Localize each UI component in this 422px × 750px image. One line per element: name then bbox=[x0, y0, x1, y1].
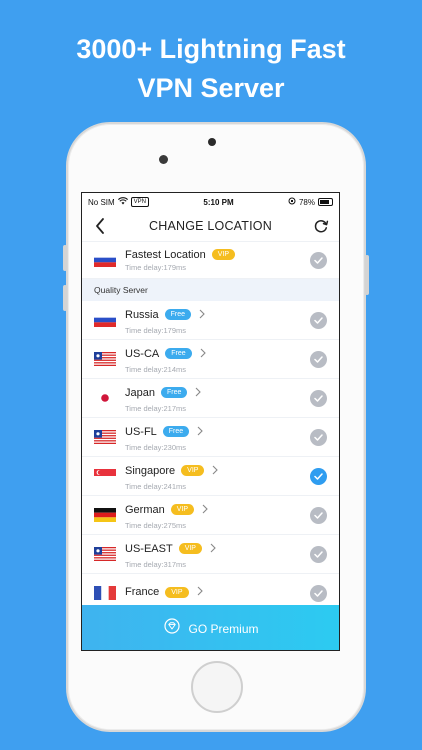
free-badge: Free bbox=[162, 426, 190, 437]
free-badge: Free bbox=[164, 309, 192, 320]
vip-badge: VIP bbox=[178, 543, 202, 554]
server-name: Japan bbox=[125, 386, 155, 399]
check-icon[interactable] bbox=[310, 251, 327, 269]
flag-liberia-icon bbox=[94, 430, 116, 444]
server-row-us-fl[interactable]: US-FL Free Time delay:230ms bbox=[82, 418, 339, 457]
server-name: Russia bbox=[125, 308, 159, 321]
flag-liberia-icon bbox=[94, 547, 116, 561]
vip-badge: VIP bbox=[211, 249, 236, 260]
headline-line2: VPN Server bbox=[137, 73, 285, 103]
time-delay: Time delay:317ms bbox=[125, 559, 186, 569]
flag-germany-icon bbox=[94, 508, 116, 522]
vip-badge: VIP bbox=[170, 504, 195, 515]
flag-russia-icon bbox=[94, 253, 116, 267]
server-name: Singapore bbox=[125, 464, 176, 477]
refresh-icon[interactable] bbox=[311, 216, 331, 236]
go-premium-label: GO Premium bbox=[188, 621, 259, 636]
status-bar: No SIM VPN 5:10 PM 78% bbox=[82, 193, 339, 211]
server-list: Russia Free Time delay:179ms US-CA Free Time … bbox=[82, 301, 339, 613]
flag-liberia-icon bbox=[94, 352, 116, 366]
power-button bbox=[365, 255, 369, 295]
check-icon[interactable] bbox=[310, 389, 327, 407]
battery-percent: 78% bbox=[298, 197, 315, 207]
fastest-location-row[interactable]: Fastest Location VIP Time delay:179ms bbox=[82, 241, 339, 279]
page-title: CHANGE LOCATION bbox=[149, 219, 272, 233]
battery-icon bbox=[317, 198, 333, 206]
chevron-right-icon bbox=[199, 306, 205, 324]
flag-russia-icon bbox=[94, 313, 116, 327]
carrier-label: No SIM bbox=[88, 197, 115, 207]
front-camera bbox=[159, 155, 168, 164]
server-name: US-CA bbox=[125, 347, 160, 360]
time-delay: Time delay:241ms bbox=[125, 481, 186, 491]
check-icon[interactable] bbox=[310, 506, 327, 524]
time-delay: Time delay:217ms bbox=[125, 403, 186, 413]
check-icon[interactable] bbox=[310, 311, 327, 329]
section-header: Quality Server bbox=[82, 279, 339, 301]
time-delay: Time delay:179ms bbox=[125, 262, 186, 272]
chevron-right-icon bbox=[212, 462, 219, 480]
time-delay: Time delay:230ms bbox=[125, 442, 186, 452]
volume-button bbox=[63, 285, 67, 311]
server-row-german[interactable]: German VIP Time delay:275ms bbox=[82, 496, 339, 535]
headline: 3000+ Lightning Fast VPN Server bbox=[0, 30, 422, 108]
time-delay: Time delay:179ms bbox=[125, 325, 186, 335]
check-icon[interactable] bbox=[310, 350, 327, 368]
server-row-us-ca[interactable]: US-CA Free Time delay:214ms bbox=[82, 340, 339, 379]
chevron-right-icon bbox=[195, 384, 202, 402]
wifi-icon bbox=[117, 197, 128, 207]
free-badge: Free bbox=[165, 348, 192, 359]
server-name: Fastest Location bbox=[125, 248, 206, 261]
chevron-right-icon bbox=[210, 540, 216, 558]
chevron-right-icon bbox=[197, 423, 203, 441]
server-name: US-EAST bbox=[125, 542, 173, 555]
check-icon[interactable] bbox=[310, 545, 327, 563]
app-screen: No SIM VPN 5:10 PM 78% CHANGE LOCATION F… bbox=[81, 192, 340, 651]
server-row-japan[interactable]: Japan Free Time delay:217ms bbox=[82, 379, 339, 418]
server-name: US-FL bbox=[125, 425, 157, 438]
vip-badge: VIP bbox=[165, 586, 189, 598]
chevron-right-icon bbox=[197, 583, 203, 601]
front-sensor bbox=[208, 138, 216, 146]
chevron-right-icon bbox=[202, 501, 208, 519]
chevron-right-icon bbox=[200, 345, 206, 363]
selected-check-icon[interactable] bbox=[310, 467, 327, 485]
flag-singapore-icon bbox=[94, 469, 116, 483]
server-name: German bbox=[125, 503, 165, 516]
time-delay: Time delay:275ms bbox=[125, 520, 186, 530]
server-row-russia[interactable]: Russia Free Time delay:179ms bbox=[82, 301, 339, 340]
server-row-singapore[interactable]: Singapore VIP Time delay:241ms bbox=[82, 457, 339, 496]
server-name: France bbox=[125, 586, 160, 598]
vip-badge: VIP bbox=[181, 465, 205, 476]
server-row-us-east[interactable]: US-EAST VIP Time delay:317ms bbox=[82, 535, 339, 574]
nav-bar: CHANGE LOCATION bbox=[82, 211, 339, 241]
vpn-indicator: VPN bbox=[130, 197, 150, 207]
go-premium-button[interactable]: GO Premium bbox=[82, 605, 339, 650]
check-icon[interactable] bbox=[310, 584, 327, 602]
time-delay: Time delay:214ms bbox=[125, 364, 186, 374]
free-badge: Free bbox=[160, 387, 188, 398]
headline-line1: 3000+ Lightning Fast bbox=[76, 34, 346, 64]
home-button[interactable] bbox=[191, 661, 243, 713]
chevron-left-icon[interactable] bbox=[90, 216, 110, 236]
diamond-icon bbox=[164, 618, 181, 639]
volume-button bbox=[63, 245, 67, 271]
orientation-lock-icon bbox=[288, 197, 296, 207]
check-icon[interactable] bbox=[310, 428, 327, 446]
flag-france-icon bbox=[94, 586, 116, 600]
status-time: 5:10 PM bbox=[203, 197, 234, 207]
flag-japan-icon bbox=[94, 391, 116, 405]
